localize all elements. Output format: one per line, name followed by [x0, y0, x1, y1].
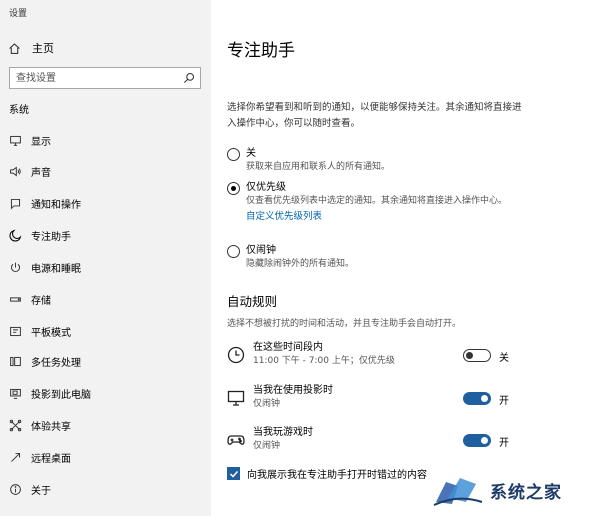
rule-time-range[interactable]: 在这些时间段内 11:00 下午 - 7:00 上午；仅优先级 关: [227, 340, 527, 372]
watermark-text: 系统之家: [490, 482, 562, 503]
multitask-icon: [9, 356, 21, 366]
auto-rules-description: 选择不想被打扰的时间和活动，并且专注助手会自动打开。: [227, 319, 462, 329]
search-box[interactable]: [9, 67, 201, 89]
toggle-state-label: 关: [499, 353, 509, 364]
radio-label: 仅闹钟: [246, 245, 276, 256]
sidebar-item-label: 专注助手: [31, 231, 71, 243]
sidebar-item-display[interactable]: 显示: [0, 129, 211, 151]
projection-toggle[interactable]: [463, 392, 491, 405]
show-missed-checkbox[interactable]: [227, 467, 240, 480]
rule-subtitle: 仅闹钟: [253, 399, 281, 409]
tablet-icon: [9, 326, 21, 336]
rule-title: 在这些时间段内: [253, 342, 323, 353]
search-icon[interactable]: [183, 72, 195, 84]
remote-icon: [10, 452, 20, 462]
sidebar-item-label: 远程桌面: [31, 453, 71, 465]
sidebar-item-sound[interactable]: 声音: [0, 160, 211, 182]
sidebar-item-notifications[interactable]: 通知和操作: [0, 192, 211, 214]
sidebar-item-shared-experiences[interactable]: 体验共享: [0, 414, 211, 436]
monitor-icon: [9, 135, 21, 146]
toggle-state-label: 开: [499, 438, 509, 449]
radio-description: 仅查看优先级列表中选定的通知。其余通知将直接进入操作中心。: [246, 196, 508, 206]
rule-duplicating-display[interactable]: 当我在使用投影时 仅闹钟 开: [227, 383, 527, 415]
info-icon: [9, 483, 21, 495]
radio-button[interactable]: [227, 148, 240, 161]
toggle-state-label: 开: [499, 396, 509, 407]
radio-label: 仅优先级: [246, 182, 286, 193]
home-icon: [9, 42, 20, 54]
radio-alarms-only[interactable]: 仅闹钟 隐藏除闹钟外的所有通知。: [227, 244, 354, 271]
sidebar-item-label: 投影到此电脑: [31, 389, 91, 401]
sidebar-item-label: 通知和操作: [31, 199, 81, 211]
home-label: 主页: [32, 42, 54, 55]
rule-title: 当我玩游戏时: [253, 427, 313, 438]
display-icon: [227, 390, 245, 406]
sidebar-item-label: 电源和睡眠: [31, 263, 81, 275]
sidebar-item-power-sleep[interactable]: 电源和睡眠: [0, 256, 211, 278]
watermark-logo-icon: [433, 478, 483, 506]
sidebar-section-label: 系统: [9, 105, 29, 116]
sidebar-item-project-to-pc[interactable]: 投影到此电脑: [0, 382, 211, 404]
share-icon: [9, 419, 21, 431]
main-content: 专注助手 选择你希望看到和听到的通知，以便能够保持关注。其余通知将直接进入操作中…: [211, 0, 600, 516]
rule-subtitle: 仅闹钟: [253, 441, 281, 451]
sidebar-item-label: 关于: [31, 485, 51, 497]
sidebar: 设置 主页 系统 显示 声音 通知和操作 专注助手 电源和睡眠 存储 平板模式 …: [0, 0, 211, 516]
storage-icon: [9, 296, 21, 302]
rule-gaming[interactable]: 当我玩游戏时 仅闹钟 开: [227, 425, 527, 457]
radio-description: 获取来自应用和联系人的所有通知。: [246, 162, 391, 172]
checkmark-icon: [229, 470, 238, 478]
customize-priority-list-link[interactable]: 自定义优先级列表: [246, 210, 526, 224]
show-missed-checkbox-row[interactable]: 向我展示我在专注助手打开时错过的内容: [227, 466, 427, 481]
sidebar-item-label: 多任务处理: [31, 357, 81, 369]
sidebar-item-label: 平板模式: [31, 327, 71, 339]
moon-icon: [8, 229, 21, 242]
clock-icon: [227, 346, 245, 364]
window-title: 设置: [9, 9, 28, 19]
gaming-toggle[interactable]: [463, 434, 491, 447]
sidebar-item-label: 存储: [31, 295, 51, 307]
speaker-icon: [9, 165, 21, 177]
page-title: 专注助手: [227, 41, 295, 61]
auto-rules-title: 自动规则: [227, 294, 278, 309]
radio-priority-only[interactable]: 仅优先级 仅查看优先级列表中选定的通知。其余通知将直接进入操作中心。 自定义优先…: [227, 181, 527, 224]
radio-button-selected[interactable]: [227, 182, 240, 195]
rule-title: 当我在使用投影时: [253, 385, 333, 396]
page-description: 选择你希望看到和听到的通知，以便能够保持关注。其余通知将直接进入操作中心，你可以…: [227, 102, 522, 129]
radio-description: 隐藏除闹钟外的所有通知。: [246, 259, 355, 269]
sidebar-item-storage[interactable]: 存储: [0, 288, 211, 310]
radio-button[interactable]: [227, 245, 240, 258]
sidebar-item-remote-desktop[interactable]: 远程桌面: [0, 446, 211, 468]
gamepad-icon: [227, 435, 245, 445]
sidebar-item-label: 体验共享: [31, 421, 71, 433]
radio-label: 关: [246, 148, 256, 159]
search-input[interactable]: [16, 71, 176, 85]
checkbox-label: 向我展示我在专注助手打开时错过的内容: [247, 470, 427, 481]
watermark: 系统之家: [432, 470, 598, 510]
project-icon: [9, 388, 21, 399]
sidebar-item-label: 声音: [31, 167, 51, 179]
notification-icon: [10, 198, 20, 210]
radio-off[interactable]: 关 获取来自应用和联系人的所有通知。: [227, 147, 390, 174]
sidebar-item-multitasking[interactable]: 多任务处理: [0, 350, 211, 372]
sidebar-item-label: 显示: [31, 136, 51, 148]
power-icon: [10, 262, 20, 272]
sidebar-item-about[interactable]: 关于: [0, 478, 211, 500]
sidebar-item-tablet-mode[interactable]: 平板模式: [0, 320, 211, 342]
rule-subtitle: 11:00 下午 - 7:00 上午；仅优先级: [253, 356, 395, 366]
home-link[interactable]: 主页: [8, 40, 54, 56]
time-range-toggle[interactable]: [463, 349, 491, 362]
sidebar-item-focus-assist[interactable]: 专注助手: [0, 224, 211, 246]
